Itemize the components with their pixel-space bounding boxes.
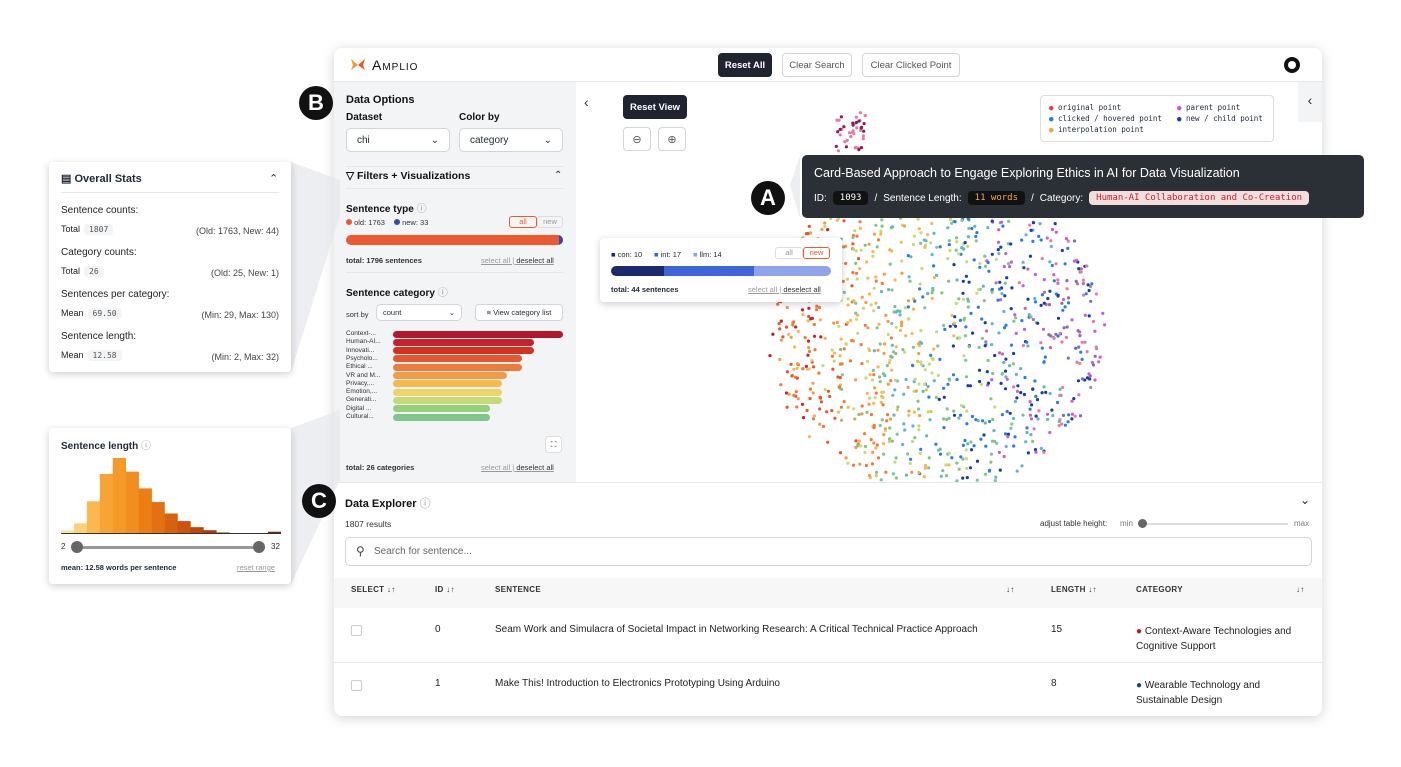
subtype-total: total: 44 sentences [611, 285, 679, 294]
sentence-length-heading: Sentence length ⓘ [61, 441, 152, 452]
subtype-popup: ■ con: 10 ■ int: 17 ■ llm: 14 all new to… [600, 238, 842, 302]
llm-count: ■ llm: 14 [693, 250, 722, 259]
sentence-length-label: Sentence length: [61, 331, 137, 342]
range-slider-track[interactable] [77, 546, 259, 549]
mean-text: mean: 12.58 words per sentence [61, 563, 177, 572]
tooltip-id: 1093 [832, 191, 869, 205]
histogram-bar [112, 458, 127, 534]
subtype-bar-int[interactable] [663, 266, 754, 276]
length-histogram [61, 458, 281, 534]
callout-connectors [291, 156, 800, 584]
slen-detail: (Min: 2, Max: 32) [211, 352, 279, 362]
histogram-bar [125, 471, 139, 534]
range-max: 32 [271, 542, 280, 551]
chevron-up-icon[interactable]: ⌃ [269, 172, 278, 185]
con-count: ■ con: 10 [611, 250, 643, 259]
slen-mean: Mean 12.58 [61, 350, 122, 361]
category-total: Total 26 [61, 266, 104, 277]
category-counts-label: Category counts: [61, 247, 137, 258]
sentence-detail: (Old: 1763, New: 44) [195, 226, 279, 236]
range-min: 2 [61, 542, 66, 551]
overall-stats-panel: ▤ Overall Stats ⌃ Sentence counts: Total… [49, 162, 291, 372]
tooltip-length: 11 words [967, 191, 1026, 205]
clipboard-icon: ▤ [61, 173, 72, 185]
reset-range-link[interactable]: reset range [237, 563, 275, 572]
info-icon: ⓘ [141, 441, 152, 452]
badge-b: B [299, 86, 333, 120]
subtype-select-links[interactable]: select all | deselect all [748, 285, 821, 294]
badge-a: A [751, 181, 785, 215]
tooltip-title: Card-Based Approach to Engage Exploring … [814, 166, 1240, 180]
histogram-bar [151, 502, 165, 534]
subtype-new-button[interactable]: new [803, 247, 830, 259]
histogram-bar [86, 501, 101, 534]
range-slider-max-handle[interactable] [253, 541, 265, 553]
sentences-per-category-label: Sentences per category: [61, 289, 170, 300]
subtype-bar-con[interactable] [611, 266, 664, 276]
badge-c: C [302, 484, 336, 518]
sentence-length-panel: Sentence length ⓘ 2 32 mean: 12.58 words… [49, 428, 291, 584]
int-count: ■ int: 17 [654, 250, 682, 259]
range-slider-min-handle[interactable] [71, 541, 83, 553]
spc-detail: (Min: 29, Max: 130) [201, 310, 279, 320]
histogram-bar [138, 488, 152, 534]
histogram-bar [164, 513, 178, 534]
point-tooltip: Card-Based Approach to Engage Exploring … [802, 155, 1364, 218]
subtype-bar-llm[interactable] [753, 266, 831, 276]
subtype-all-button[interactable]: all [775, 247, 803, 259]
sentence-total: Total 1807 [61, 224, 114, 235]
tooltip-category: Human-AI Collaboration and Co-Creation [1089, 191, 1310, 205]
category-detail: (Old: 25, New: 1) [210, 268, 279, 278]
subtype-bar[interactable] [611, 266, 831, 276]
spc-mean: Mean 69.50 [61, 308, 122, 319]
histogram-bar [99, 473, 114, 534]
overall-stats-heading: ▤ Overall Stats [61, 173, 142, 185]
sentence-counts-label: Sentence counts: [61, 205, 139, 216]
tooltip-meta: ID: 1093 / Sentence Length: 11 words / C… [814, 191, 1310, 205]
